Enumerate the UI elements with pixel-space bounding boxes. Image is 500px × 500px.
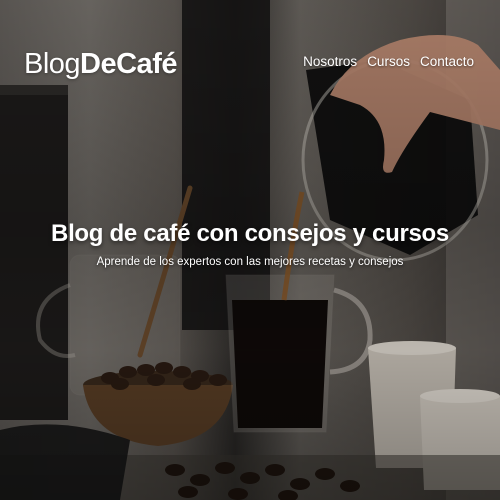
hero-content: Blog de café con consejos y cursos Apren…	[0, 218, 500, 270]
nav-link-nosotros[interactable]: Nosotros	[303, 53, 357, 71]
hero-title: Blog de café con consejos y cursos	[51, 220, 449, 247]
hero-subtitle: Aprende de los expertos con las mejores …	[96, 256, 404, 268]
nav-link-cursos[interactable]: Cursos	[367, 53, 410, 71]
site-header: BlogDeCafé Nosotros Cursos Contacto	[0, 0, 500, 120]
nav-link-contacto[interactable]: Contacto	[420, 53, 474, 71]
main-navigation: Nosotros Cursos Contacto	[303, 53, 474, 71]
logo-text-light: Blog	[24, 48, 81, 80]
site-logo[interactable]: BlogDeCafé	[24, 46, 177, 82]
logo-text-bold: DeCafé	[80, 48, 177, 80]
